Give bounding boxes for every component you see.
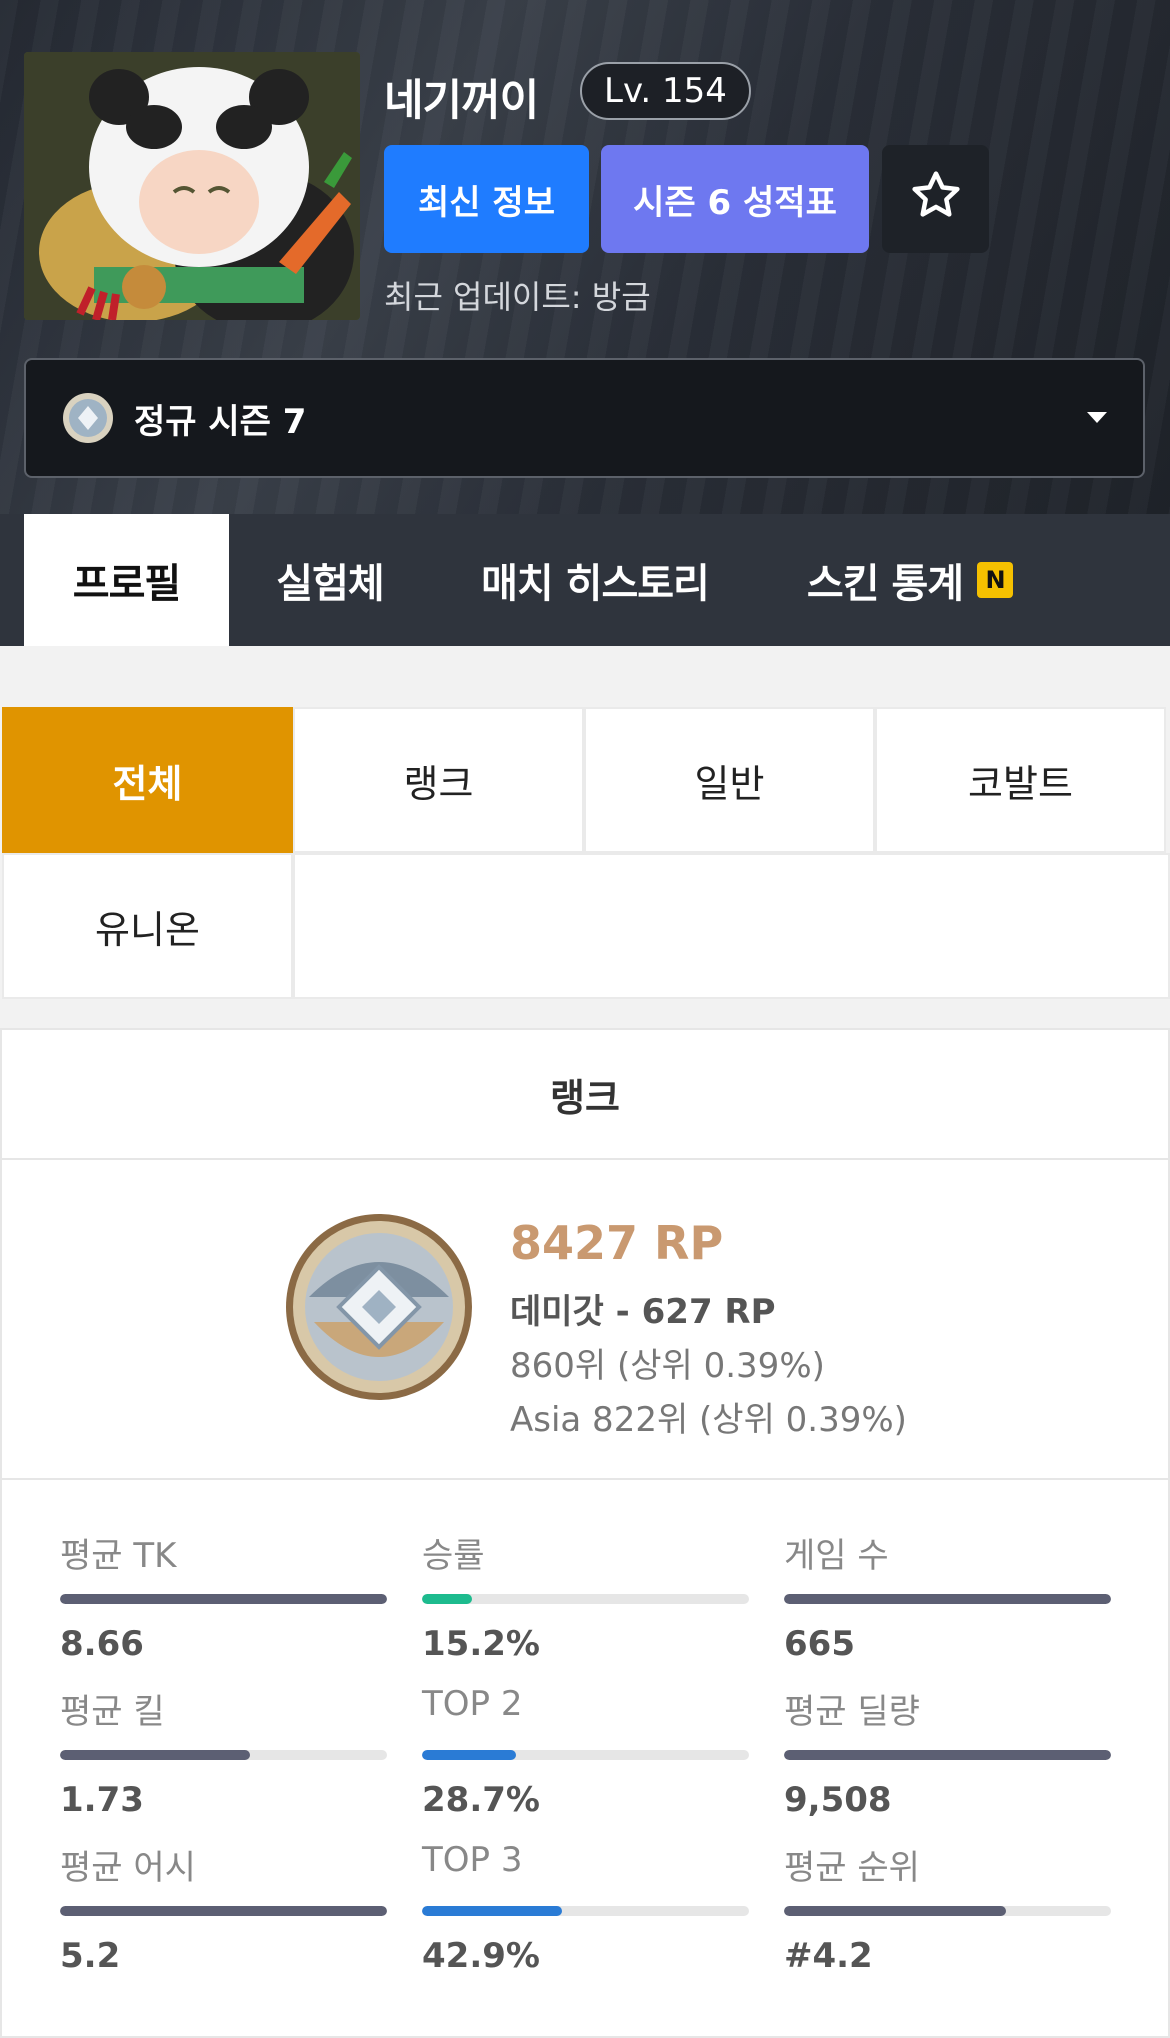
stat-label: 평균 TK [60, 1536, 177, 1576]
stat-value: 8.66 [60, 1624, 144, 1664]
last-updated-text: 최근 업데이트: 방금 [384, 278, 651, 316]
chevron-down-icon [1087, 412, 1107, 423]
season-dropdown-label: 정규 시즌 7 [134, 401, 307, 442]
level-badge: Lv. 154 [580, 62, 751, 120]
stat-label: 게임 수 [784, 1536, 889, 1576]
stat-bar-fill [60, 1594, 387, 1604]
stat-bar [60, 1594, 387, 1604]
stat-bar [784, 1750, 1111, 1760]
stat-avg-placement: 평균 순위 #4.2 [784, 1840, 1111, 1976]
stat-label: 승률 [422, 1536, 485, 1576]
stat-bar-fill [422, 1906, 563, 1916]
stat-bar [422, 1906, 749, 1916]
rank-card: 랭크 8427 RP 데미갓 - 627 RP 860위 (상위 0.39%) … [0, 1028, 1170, 2038]
stat-value: 15.2% [422, 1624, 540, 1664]
stat-bar-fill [784, 1594, 1111, 1604]
stat-value: 42.9% [422, 1936, 540, 1976]
stat-bar-fill [784, 1750, 1111, 1760]
stat-avg-damage: 평균 딜량 9,508 [784, 1684, 1111, 1820]
stat-label: 평균 킬 [60, 1692, 165, 1732]
stat-label: 평균 어시 [60, 1848, 196, 1888]
stat-value: 5.2 [60, 1936, 121, 1976]
favorite-button[interactable] [882, 145, 989, 253]
stat-bar-fill [422, 1594, 472, 1604]
rank-stats-grid: 평균 TK 8.66 승률 15.2% 게임 수 665 평균 킬 1.73 T… [2, 1480, 1168, 2000]
stat-bar [422, 1750, 749, 1760]
mode-union[interactable]: 유니온 [2, 853, 293, 999]
tab-characters[interactable]: 실험체 [240, 514, 420, 646]
rank-card-title: 랭크 [2, 1030, 1168, 1160]
global-ranking: 860위 (상위 0.39%) [510, 1346, 825, 1386]
stat-value: #4.2 [784, 1936, 873, 1976]
stat-bar-fill [60, 1906, 387, 1916]
stat-label: 평균 순위 [784, 1848, 920, 1888]
rank-points: 8427 RP [510, 1216, 724, 1270]
player-nickname: 네기꺼이 [384, 76, 539, 126]
stat-bar [60, 1750, 387, 1760]
stat-bar [422, 1594, 749, 1604]
stat-bar [784, 1906, 1111, 1916]
star-icon [909, 168, 963, 231]
character-avatar [24, 52, 360, 320]
mode-rank[interactable]: 랭크 [293, 707, 584, 853]
stat-top2: TOP 2 28.7% [422, 1684, 749, 1820]
season-tier-icon [62, 392, 114, 444]
stat-value: 28.7% [422, 1780, 540, 1820]
season6-report-button[interactable]: 시즌 6 성적표 [601, 145, 869, 253]
season-dropdown[interactable]: 정규 시즌 7 [24, 358, 1145, 478]
stat-label: 평균 딜량 [784, 1692, 920, 1732]
stat-bar-fill [422, 1750, 516, 1760]
stat-label: TOP 2 [422, 1684, 523, 1724]
tab-skin-stats[interactable]: 스킨 통계 N [780, 514, 1040, 646]
tier-label: 데미갓 - 627 RP [510, 1292, 776, 1332]
stat-bar-fill [60, 1750, 250, 1760]
tab-profile[interactable]: 프로필 [24, 514, 229, 646]
demigod-tier-icon [284, 1212, 474, 1402]
stat-bar-fill [784, 1906, 1007, 1916]
stat-label: TOP 3 [422, 1840, 523, 1880]
stat-win-rate: 승률 15.2% [422, 1528, 749, 1664]
mode-normal[interactable]: 일반 [584, 707, 875, 853]
mode-cobalt[interactable]: 코발트 [875, 707, 1166, 853]
tab-skin-stats-label: 스킨 통계 [806, 561, 964, 607]
tab-match-history[interactable]: 매치 히스토리 [460, 514, 730, 646]
profile-tabs: 프로필 실험체 매치 히스토리 스킨 통계 N [0, 514, 1170, 646]
stat-avg-tk: 평균 TK 8.66 [60, 1528, 387, 1664]
new-badge: N [977, 562, 1014, 598]
mode-all[interactable]: 전체 [2, 707, 293, 853]
stat-value: 9,508 [784, 1780, 892, 1820]
profile-header: 네기꺼이 Lv. 154 최신 정보 시즌 6 성적표 최근 업데이트: 방금 … [0, 0, 1170, 514]
stat-games: 게임 수 665 [784, 1528, 1111, 1664]
mode-filter-filler [293, 853, 1170, 999]
stat-bar [60, 1906, 387, 1916]
rank-summary: 8427 RP 데미갓 - 627 RP 860위 (상위 0.39%) Asi… [2, 1160, 1168, 1480]
stat-value: 665 [784, 1624, 855, 1664]
stat-top3: TOP 3 42.9% [422, 1840, 749, 1976]
stat-bar [784, 1594, 1111, 1604]
stat-avg-kills: 평균 킬 1.73 [60, 1684, 387, 1820]
stat-avg-assists: 평균 어시 5.2 [60, 1840, 387, 1976]
refresh-latest-button[interactable]: 최신 정보 [384, 145, 589, 253]
asia-ranking: Asia 822위 (상위 0.39%) [510, 1400, 907, 1440]
stat-value: 1.73 [60, 1780, 144, 1820]
